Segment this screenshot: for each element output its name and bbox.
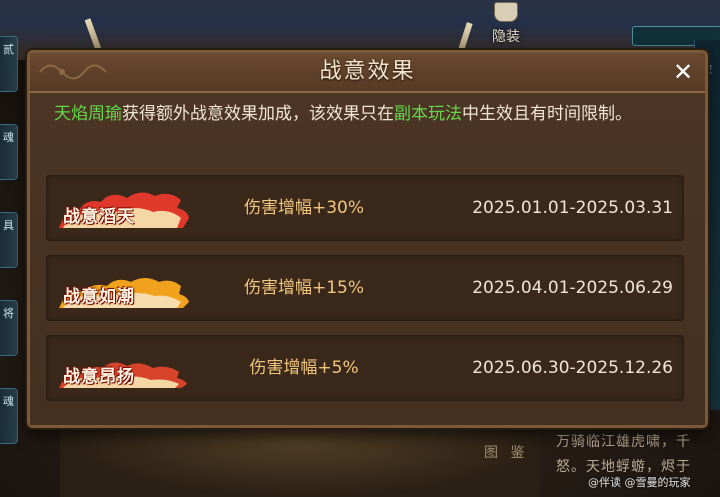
effect-value: 伤害增幅+15% <box>243 278 365 298</box>
badge-label: 战意昂扬 <box>63 367 135 387</box>
game-mode-name: 副本玩法 <box>394 104 462 124</box>
effect-row: 战意滔天 伤害增幅+30% 2025.01.01-2025.03.31 <box>46 175 684 241</box>
scene-floor <box>60 420 540 497</box>
side-tab[interactable]: 将 <box>0 300 18 356</box>
dialog-title: 战意效果 <box>319 59 416 84</box>
effect-row: 战意昂扬 伤害增幅+5% 2025.06.30-2025.12.26 <box>46 335 684 401</box>
side-tab[interactable]: 魂 <box>0 388 18 444</box>
hero-name: 天焰周瑜 <box>54 104 122 124</box>
codex-label[interactable]: 图 鉴 <box>484 442 528 462</box>
effect-badge: 战意昂扬 <box>57 344 193 392</box>
badge-label: 战意滔天 <box>63 207 135 227</box>
effect-badge: 战意如潮 <box>57 264 193 312</box>
effect-value: 伤害增幅+30% <box>243 198 365 218</box>
battle-spirit-dialog: 战意效果 ✕ 天焰周瑜获得额外战意效果加成，该效果只在副本玩法中生效且有时间限制… <box>27 50 708 428</box>
outfit-icon <box>494 2 518 22</box>
badge-label: 战意如潮 <box>63 287 135 307</box>
poem-text: 万骑临江雄虎啸，千 怒。天地蜉蝣，烬于 <box>556 430 720 480</box>
description-text: 中生效且有时间限制。 <box>462 104 632 124</box>
effect-value: 伤害增幅+5% <box>249 358 359 378</box>
effect-badge: 战意滔天 <box>57 184 193 232</box>
hide-outfit-button[interactable]: 隐装 <box>480 0 532 46</box>
description-text: 获得额外战意效果加成，该效果只在 <box>122 104 394 124</box>
effect-row: 战意如潮 伤害增幅+15% 2025.04.01-2025.06.29 <box>46 255 684 321</box>
effect-period: 2025.04.01-2025.06.29 <box>472 278 673 298</box>
side-tab[interactable]: 具 <box>0 212 18 268</box>
effect-period: 2025.01.01-2025.03.31 <box>472 198 673 218</box>
close-icon: ✕ <box>672 58 694 86</box>
dialog-header: 战意效果 ✕ <box>30 53 705 93</box>
effect-period: 2025.06.30-2025.12.26 <box>472 358 673 378</box>
hide-outfit-label: 隐装 <box>492 29 520 45</box>
effect-description: 天焰周瑜获得额外战意效果加成，该效果只在副本玩法中生效且有时间限制。 <box>54 101 674 127</box>
dialog-body: 天焰周瑜获得额外战意效果加成，该效果只在副本玩法中生效且有时间限制。 战意滔天 … <box>30 93 705 425</box>
poem-line: 万骑临江雄虎啸，千 <box>556 434 691 450</box>
side-tab[interactable]: 魂 <box>0 124 18 180</box>
side-tab[interactable]: 贰 <box>0 36 18 92</box>
watermark: @伴读 @雪曼的玩家 <box>588 476 691 489</box>
close-button[interactable]: ✕ <box>669 58 697 86</box>
